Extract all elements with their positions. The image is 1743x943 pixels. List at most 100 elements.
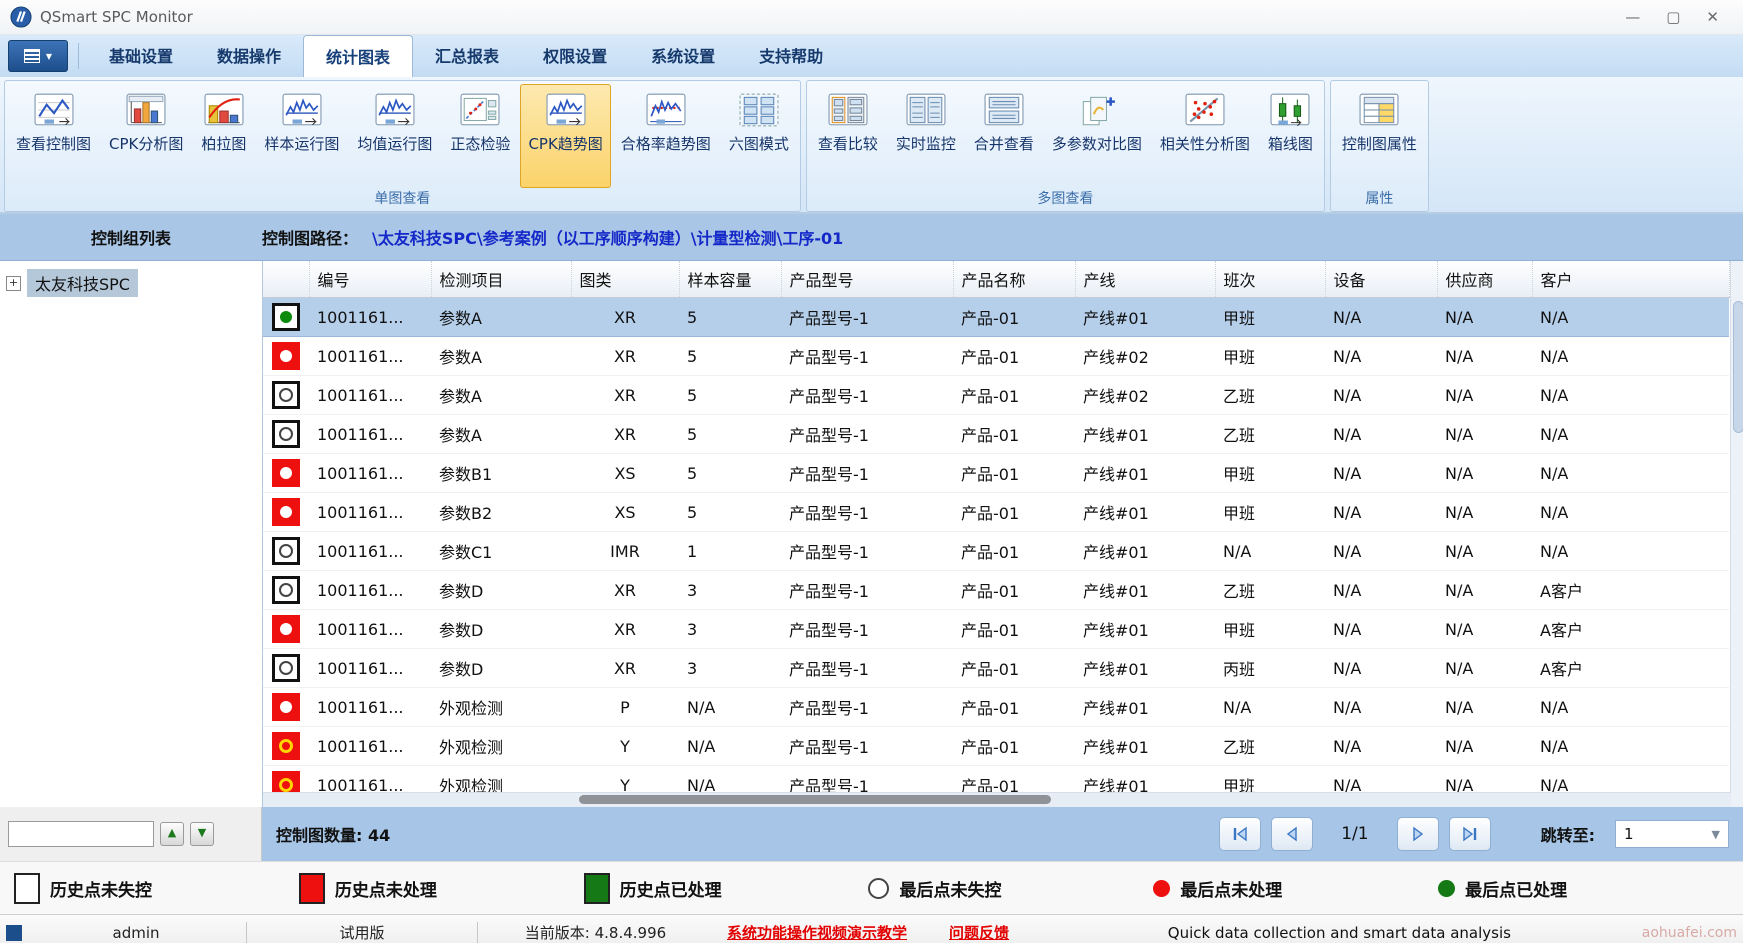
horizontal-scrollbar-thumb[interactable]: [579, 795, 1051, 804]
table-row-11[interactable]: 1001161...外观检测PN/A产品型号-1产品-01产线#01N/AN/A…: [263, 688, 1729, 727]
status-icon-white-square-hollow-dot: [272, 576, 300, 604]
ribbon-button-pareto[interactable]: 柏拉图: [193, 84, 254, 188]
cell-col4: 5: [679, 454, 781, 493]
app-menu-button[interactable]: ▼: [8, 40, 68, 72]
ribbon-button-sample-run[interactable]: 样本运行图: [256, 84, 347, 188]
cell-col7: 产线#01: [1075, 571, 1215, 610]
spinner-down-button[interactable]: ▼: [190, 822, 214, 846]
vertical-scrollbar-thumb[interactable]: [1733, 301, 1743, 433]
status-dot-icon: [279, 661, 293, 675]
spinner-up-button[interactable]: ▲: [160, 822, 184, 846]
column-header-7[interactable]: 产线: [1075, 261, 1215, 298]
ribbon-group-label: 单图查看: [5, 189, 800, 211]
column-header-8[interactable]: 班次: [1215, 261, 1325, 298]
table-row-9[interactable]: 1001161...参数DXR3产品型号-1产品-01产线#01甲班N/AN/A…: [263, 610, 1729, 649]
ribbon-button-realtime[interactable]: 实时监控: [888, 84, 964, 188]
slogan-text: Quick data collection and smart data ana…: [1037, 924, 1642, 942]
close-button[interactable]: ✕: [1706, 7, 1719, 27]
tab-3[interactable]: 统计图表: [303, 35, 413, 77]
ribbon-button-boxplot[interactable]: 箱线图: [1260, 84, 1321, 188]
tree-node-label[interactable]: 太友科技SPC: [27, 269, 138, 297]
column-header-3[interactable]: 图类: [571, 261, 679, 298]
column-header-4[interactable]: 样本容量: [679, 261, 781, 298]
table-row-10[interactable]: 1001161...参数DXR3产品型号-1产品-01产线#01丙班N/AN/A…: [263, 649, 1729, 688]
cell-col4: 1: [679, 532, 781, 571]
ribbon-button-correlation[interactable]: 相关性分析图: [1152, 84, 1258, 188]
ribbon-button-compare[interactable]: 查看比较: [810, 84, 886, 188]
ribbon-button-properties[interactable]: 控制图属性: [1334, 84, 1425, 188]
six-chart-icon: [739, 92, 779, 128]
status-bar: admin 试用版 当前版本: 4.8.4.996 系统功能操作视频演示教学 问…: [0, 914, 1743, 943]
cell-col3: IMR: [571, 532, 679, 571]
column-header-1[interactable]: 编号: [309, 261, 431, 298]
ribbon-button-label: 合格率趋势图: [621, 133, 711, 154]
table-row-6[interactable]: 1001161...参数B2XS5产品型号-1产品-01产线#01甲班N/AN/…: [263, 493, 1729, 532]
ribbon-button-cpk-analysis[interactable]: CPK分析图: [101, 84, 191, 188]
legend-item-6: 最后点已处理: [1438, 876, 1723, 901]
table-row-12[interactable]: 1001161...外观检测YN/A产品型号-1产品-01产线#01乙班N/AN…: [263, 727, 1729, 766]
tab-6[interactable]: 系统设置: [629, 35, 737, 77]
ribbon-button-rate-trend[interactable]: 合格率趋势图: [613, 84, 719, 188]
multi-param-icon: [1077, 92, 1117, 128]
cell-col8: 乙班: [1215, 415, 1325, 454]
tree-expand-icon[interactable]: +: [6, 276, 21, 291]
column-header-5[interactable]: 产品型号: [781, 261, 953, 298]
ribbon-button-merge[interactable]: 合并查看: [966, 84, 1042, 188]
ribbon-button-normal-test[interactable]: 正态检验: [442, 84, 518, 188]
tab-4[interactable]: 汇总报表: [413, 35, 521, 77]
table-row-8[interactable]: 1001161...参数DXR3产品型号-1产品-01产线#01乙班N/AN/A…: [263, 571, 1729, 610]
ribbon-button-multi-param[interactable]: 多参数对比图: [1044, 84, 1150, 188]
tab-1[interactable]: 基础设置: [87, 35, 195, 77]
table-row-4[interactable]: 1001161...参数AXR5产品型号-1产品-01产线#01乙班N/AN/A…: [263, 415, 1729, 454]
tab-2[interactable]: 数据操作: [195, 35, 303, 77]
next-page-icon: [1409, 826, 1427, 842]
video-tutorial-link[interactable]: 系统功能操作视频演示教学: [727, 922, 907, 943]
legend-label: 历史点未处理: [335, 876, 437, 901]
status-icon-white-square-hollow-dot: [272, 654, 300, 682]
tab-7[interactable]: 支持帮助: [737, 35, 845, 77]
tree-search-input[interactable]: [8, 821, 154, 847]
table-row-3[interactable]: 1001161...参数AXR5产品型号-1产品-01产线#02乙班N/AN/A…: [263, 376, 1729, 415]
control-group-sidebar: + 太友科技SPC: [0, 261, 263, 807]
column-header-9[interactable]: 设备: [1325, 261, 1437, 298]
ribbon-button-mean-run[interactable]: 均值运行图: [349, 84, 440, 188]
tree-node-root[interactable]: + 太友科技SPC: [0, 269, 262, 297]
column-header-11[interactable]: 客户: [1532, 261, 1729, 298]
table-row-1[interactable]: 1001161...参数AXR5产品型号-1产品-01产线#01甲班N/AN/A…: [263, 298, 1729, 337]
ribbon-group-2: 查看比较实时监控合并查看多参数对比图相关性分析图箱线图多图查看: [806, 80, 1325, 212]
status-legend: 历史点未失控历史点未处理历史点已处理最后点未失控最后点未处理最后点已处理: [0, 861, 1743, 914]
column-header-6[interactable]: 产品名称: [953, 261, 1075, 298]
minimize-button[interactable]: —: [1625, 7, 1640, 27]
maximize-button[interactable]: ▢: [1666, 7, 1680, 27]
ribbon-button-control-chart[interactable]: 查看控制图: [8, 84, 99, 188]
first-page-button[interactable]: [1219, 817, 1261, 851]
column-header-10[interactable]: 供应商: [1437, 261, 1532, 298]
cpk-trend-icon: [546, 92, 586, 128]
prev-page-button[interactable]: [1271, 817, 1313, 851]
control-chart-table-area: 编号检测项目图类样本容量产品型号产品名称产线班次设备供应商客户 1001161.…: [263, 261, 1743, 807]
next-page-button[interactable]: [1397, 817, 1439, 851]
cell-col5: 产品型号-1: [781, 727, 953, 766]
horizontal-scrollbar[interactable]: [263, 792, 1731, 807]
cell-col2: 参数A: [431, 298, 571, 337]
feedback-link[interactable]: 问题反馈: [949, 922, 1009, 943]
column-header-2[interactable]: 检测项目: [431, 261, 571, 298]
vertical-scrollbar[interactable]: [1730, 261, 1743, 807]
cell-col6: 产品-01: [953, 532, 1075, 571]
ribbon-button-label: 合并查看: [974, 133, 1034, 154]
ribbon-button-six-chart[interactable]: 六图模式: [721, 84, 797, 188]
status-column-header[interactable]: [263, 261, 309, 298]
table-row-2[interactable]: 1001161...参数AXR5产品型号-1产品-01产线#02甲班N/AN/A…: [263, 337, 1729, 376]
cell-col9: N/A: [1325, 727, 1437, 766]
compare-icon: [828, 92, 868, 128]
cell-col9: N/A: [1325, 376, 1437, 415]
jump-to-dropdown[interactable]: 1 ▼: [1615, 820, 1729, 848]
table-row-7[interactable]: 1001161...参数C1IMR1产品型号-1产品-01产线#01N/AN/A…: [263, 532, 1729, 571]
last-page-button[interactable]: [1449, 817, 1491, 851]
ribbon-button-cpk-trend[interactable]: CPK趋势图: [520, 84, 610, 188]
ribbon-button-label: CPK趋势图: [528, 133, 602, 154]
table-row-5[interactable]: 1001161...参数B1XS5产品型号-1产品-01产线#01甲班N/AN/…: [263, 454, 1729, 493]
window-title: QSmart SPC Monitor: [40, 8, 1625, 26]
legend-item-1: 历史点未失控: [14, 873, 299, 904]
tab-5[interactable]: 权限设置: [521, 35, 629, 77]
